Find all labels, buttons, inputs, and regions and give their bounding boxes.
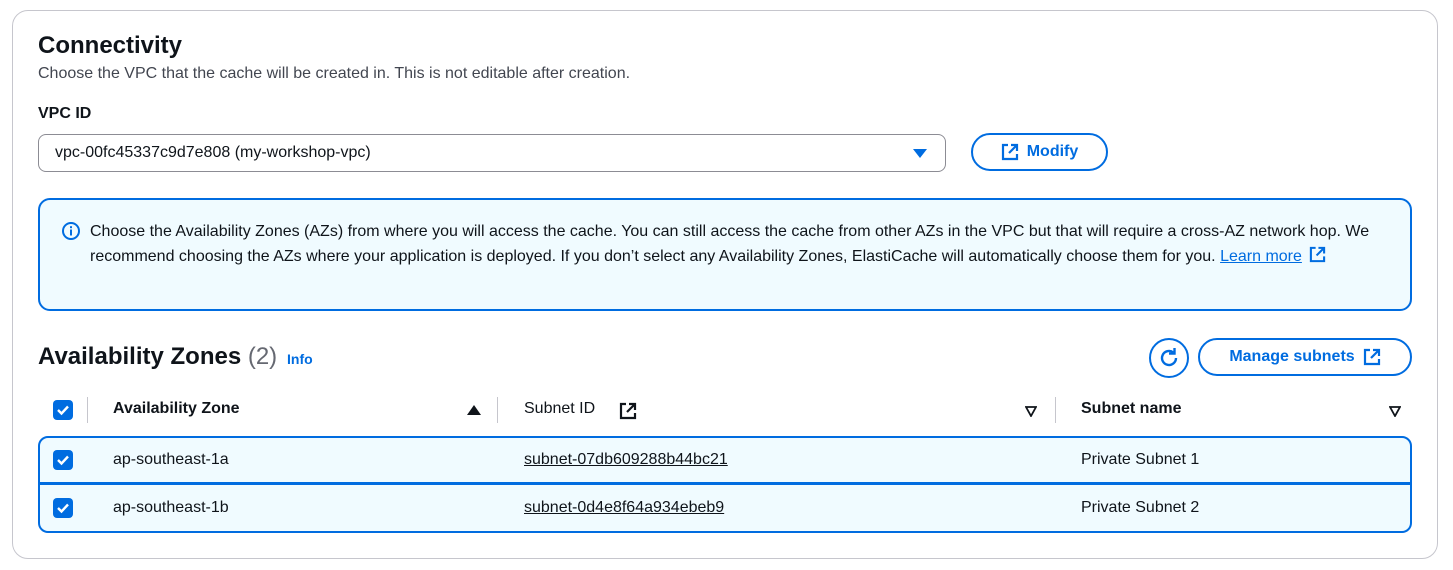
caret-down-icon — [913, 149, 927, 158]
row-checkbox[interactable] — [53, 450, 73, 470]
manage-subnets-button[interactable]: Manage subnets — [1198, 338, 1412, 376]
availability-zones-heading: Availability Zones — [38, 343, 242, 370]
modify-button-label: Modify — [1026, 143, 1079, 160]
subnet-name-cell: Private Subnet 1 — [1081, 451, 1200, 468]
checkbox-checked-icon — [57, 455, 69, 466]
availability-zone-cell: ap-southeast-1a — [113, 451, 229, 468]
subnet-id-link[interactable]: subnet-07db609288b44bc21 — [524, 451, 728, 469]
refresh-icon — [1160, 348, 1178, 367]
section-title: Connectivity — [38, 32, 183, 59]
column-header-availability-zone[interactable]: Availability Zone — [113, 400, 240, 418]
column-divider — [497, 397, 498, 423]
modify-button[interactable]: Modify — [971, 133, 1108, 171]
info-icon — [62, 222, 80, 240]
sort-icon[interactable] — [1025, 406, 1037, 417]
availability-zone-cell: ap-southeast-1b — [113, 499, 229, 516]
subnet-name-cell: Private Subnet 2 — [1081, 499, 1200, 516]
sort-ascending-icon[interactable] — [467, 405, 481, 415]
availability-zones-count: (2) — [247, 343, 278, 370]
column-divider — [1055, 397, 1056, 423]
vpc-id-selected-value: vpc-00fc45337c9d7e808 (my-workshop-vpc) — [55, 144, 371, 161]
alert-text: Choose the Availability Zones (AZs) from… — [90, 223, 1370, 265]
external-link-icon — [1363, 348, 1380, 366]
availability-zones-title: Availability Zones (2) — [38, 343, 277, 371]
column-divider — [87, 397, 88, 423]
column-header-subnet-name[interactable]: Subnet name — [1081, 400, 1181, 418]
checkbox-checked-icon — [57, 405, 69, 416]
refresh-button[interactable] — [1149, 338, 1189, 378]
external-link-icon — [619, 402, 637, 420]
vpc-id-label: VPC ID — [38, 105, 92, 122]
select-all-checkbox[interactable] — [53, 400, 73, 420]
info-alert: Choose the Availability Zones (AZs) from… — [38, 198, 1412, 311]
info-link[interactable]: Info — [287, 351, 313, 367]
row-checkbox[interactable] — [53, 498, 73, 518]
sort-icon[interactable] — [1389, 406, 1401, 417]
section-description: Choose the VPC that the cache will be cr… — [38, 65, 631, 82]
checkbox-checked-icon — [57, 503, 69, 514]
manage-subnets-label: Manage subnets — [1229, 348, 1355, 365]
column-header-subnet-id[interactable]: Subnet ID — [524, 400, 595, 418]
learn-more-link[interactable]: Learn more — [1220, 248, 1302, 265]
external-link-icon — [1001, 143, 1018, 161]
external-link-icon[interactable] — [1309, 246, 1326, 263]
subnet-id-link[interactable]: subnet-0d4e8f64a934ebeb9 — [524, 499, 724, 517]
vpc-id-select[interactable]: vpc-00fc45337c9d7e808 (my-workshop-vpc) — [38, 134, 946, 172]
alert-message: Choose the Availability Zones (AZs) from… — [90, 219, 1380, 269]
table-row[interactable] — [38, 484, 1412, 533]
